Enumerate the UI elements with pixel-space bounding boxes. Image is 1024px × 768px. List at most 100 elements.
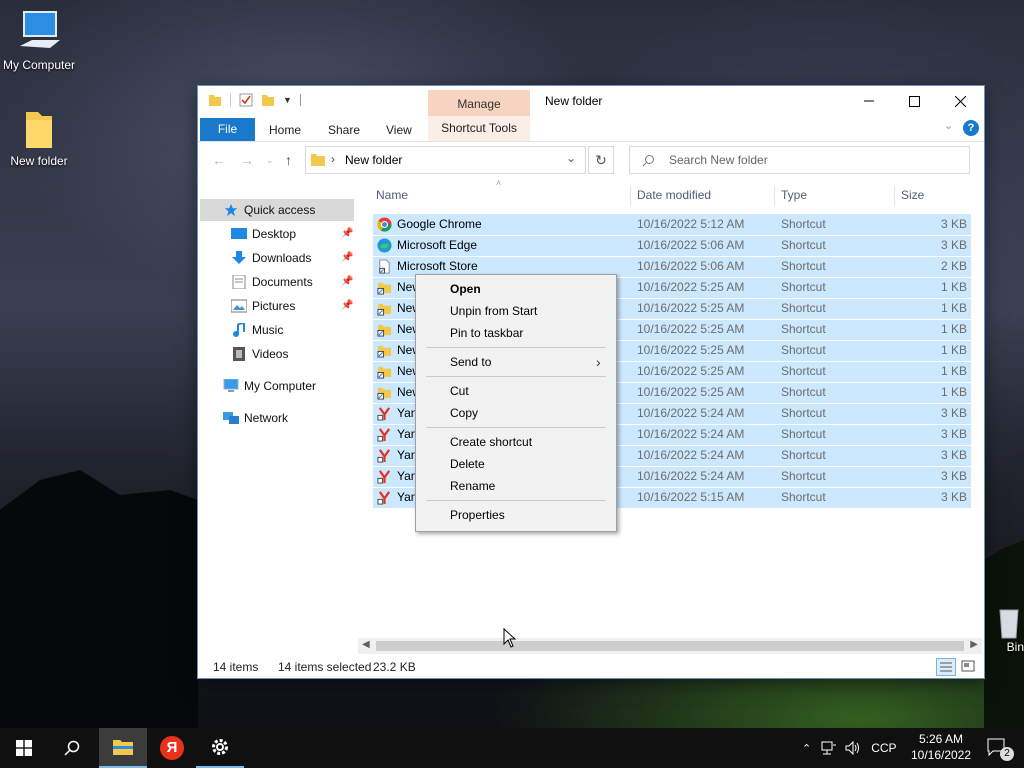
- address-dropdown-icon[interactable]: ⌄: [566, 151, 576, 165]
- large-icons-view-button[interactable]: [960, 658, 978, 676]
- column-header-date-modified[interactable]: Date modified: [637, 185, 711, 205]
- status-bar: 14 items 14 items selected 23.2 KB: [198, 656, 984, 678]
- menu-item-properties[interactable]: Properties: [450, 505, 505, 525]
- folder-shortcut-icon: [377, 322, 392, 337]
- menu-item-send-to[interactable]: Send to: [450, 352, 491, 372]
- search-box[interactable]: Search New folder: [629, 146, 970, 174]
- file-size: 3 KB: [940, 448, 967, 462]
- clock[interactable]: 5:26 AM 10/16/2022: [906, 731, 976, 763]
- document-icon: [232, 275, 246, 289]
- title-bar[interactable]: ▼ Manage New folder: [198, 86, 984, 116]
- file-type: Shortcut: [781, 238, 826, 252]
- close-button[interactable]: [937, 86, 983, 116]
- column-header-size[interactable]: Size: [901, 185, 924, 205]
- star-icon: [224, 203, 238, 217]
- desktop-icon-new-folder[interactable]: New folder: [0, 108, 84, 168]
- taskbar-settings[interactable]: [196, 728, 244, 768]
- tab-share[interactable]: Share: [328, 120, 360, 140]
- folder-shortcut-icon: [377, 343, 392, 358]
- network-icon[interactable]: [821, 741, 837, 755]
- menu-item-copy[interactable]: Copy: [450, 403, 478, 423]
- menu-separator: [426, 427, 606, 428]
- recent-locations-icon[interactable]: ⌄: [266, 155, 274, 166]
- folder-shortcut-icon: [377, 385, 392, 400]
- details-view-button[interactable]: [936, 658, 956, 676]
- file-type: Shortcut: [781, 469, 826, 483]
- input-language-indicator[interactable]: CCP: [871, 741, 896, 755]
- menu-item-create-shortcut[interactable]: Create shortcut: [450, 432, 532, 452]
- refresh-icon: ↻: [595, 152, 607, 168]
- column-divider[interactable]: [894, 185, 895, 207]
- expand-ribbon-icon[interactable]: ⌄: [944, 119, 953, 132]
- file-size: 3 KB: [940, 427, 967, 441]
- search-button[interactable]: [48, 728, 96, 768]
- address-bar[interactable]: › New folder ⌄: [305, 146, 586, 174]
- tab-shortcut-tools[interactable]: Shortcut Tools: [428, 116, 530, 141]
- tab-file[interactable]: File: [200, 118, 255, 141]
- menu-item-open[interactable]: Open: [450, 279, 481, 299]
- row-divider: [373, 256, 971, 257]
- desktop-icon-my-computer[interactable]: My Computer: [0, 10, 84, 72]
- system-tray: ⌃ CCP: [802, 728, 897, 768]
- breadcrumb[interactable]: New folder: [345, 153, 402, 167]
- download-arrow-icon: [232, 251, 246, 264]
- column-header-name[interactable]: Name: [376, 185, 408, 205]
- back-arrow-icon[interactable]: ←: [212, 152, 226, 168]
- menu-item-rename[interactable]: Rename: [450, 476, 495, 496]
- file-date-modified: 10/16/2022 5:15 AM: [637, 490, 745, 504]
- search-icon: [642, 155, 654, 167]
- manage-tab-group[interactable]: Manage: [428, 90, 530, 116]
- tab-view[interactable]: View: [386, 120, 412, 140]
- computer-icon: [223, 379, 239, 392]
- scroll-left-icon[interactable]: ◀: [362, 639, 370, 650]
- forward-arrow-icon[interactable]: →: [240, 152, 254, 168]
- menu-item-delete[interactable]: Delete: [450, 454, 485, 474]
- file-name: Google Chrome: [397, 217, 482, 231]
- minimize-button[interactable]: [846, 86, 892, 116]
- menu-item-pin-to-taskbar[interactable]: Pin to taskbar: [450, 323, 523, 343]
- desktop-icon-label: My Computer: [2, 58, 76, 72]
- file-date-modified: 10/16/2022 5:25 AM: [637, 364, 745, 378]
- file-name: Microsoft Edge: [397, 238, 478, 252]
- column-divider[interactable]: [630, 185, 631, 207]
- file-type: Shortcut: [781, 385, 826, 399]
- taskbar-yandex-browser[interactable]: Я: [148, 728, 196, 768]
- scrollbar-thumb[interactable]: [376, 641, 964, 651]
- properties-check-icon[interactable]: [239, 93, 253, 107]
- table-row[interactable]: Google Chrome 10/16/2022 5:12 AM Shortcut 3…: [373, 214, 971, 235]
- tab-home[interactable]: Home: [269, 120, 301, 140]
- start-button[interactable]: [0, 728, 48, 768]
- search-icon: [64, 740, 80, 756]
- show-hidden-icons-icon[interactable]: ⌃: [802, 742, 811, 755]
- yandex-icon: [377, 448, 392, 463]
- action-center-button[interactable]: 2: [978, 728, 1018, 768]
- refresh-button[interactable]: ↻: [588, 146, 614, 174]
- column-divider[interactable]: [774, 185, 775, 207]
- minimize-icon: [864, 100, 874, 102]
- up-arrow-icon[interactable]: ↑: [285, 152, 292, 168]
- menu-item-unpin-from-start[interactable]: Unpin from Start: [450, 301, 537, 321]
- computer-icon: [20, 11, 60, 48]
- status-selected-count: 14 items selected: [278, 660, 372, 674]
- help-icon[interactable]: ?: [963, 120, 979, 136]
- maximize-button[interactable]: [891, 86, 937, 116]
- horizontal-scrollbar[interactable]: ◀ ▶: [358, 638, 982, 654]
- speaker-icon[interactable]: [845, 741, 861, 755]
- table-row[interactable]: Microsoft Edge 10/16/2022 5:06 AM Shortcut…: [373, 235, 971, 256]
- file-type: Shortcut: [781, 448, 826, 462]
- scroll-right-icon[interactable]: ▶: [970, 639, 978, 650]
- file-type: Shortcut: [781, 301, 826, 315]
- nav-item-label: Music: [252, 323, 284, 337]
- folder-icon[interactable]: [208, 93, 222, 107]
- file-date-modified: 10/16/2022 5:24 AM: [637, 469, 745, 483]
- column-header-type[interactable]: Type: [781, 185, 807, 205]
- sort-arrow-icon: ˄: [496, 178, 502, 188]
- new-folder-icon[interactable]: [261, 93, 275, 107]
- menu-item-cut[interactable]: Cut: [450, 381, 469, 401]
- customize-toolbar-icon[interactable]: ▼: [283, 95, 292, 105]
- gear-icon: [212, 739, 228, 755]
- file-size: 3 KB: [940, 217, 967, 231]
- search-input[interactable]: Search New folder: [669, 153, 768, 167]
- taskbar-file-explorer[interactable]: [99, 728, 147, 768]
- file-size: 3 KB: [940, 469, 967, 483]
